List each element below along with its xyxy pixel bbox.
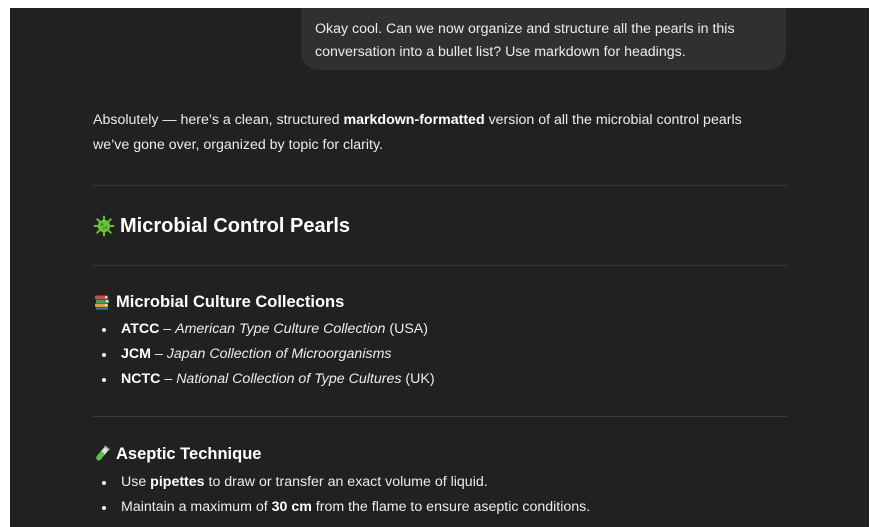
section-heading-aseptic-technique: Aseptic Technique xyxy=(93,442,787,466)
item-abbr: JCM xyxy=(121,346,151,362)
chat-window: Okay cool. Can we now organize and struc… xyxy=(10,8,869,527)
item-abbr: NCTC xyxy=(121,371,161,387)
list-item: Maintain a maximum of 30 cm from the fla… xyxy=(93,495,787,520)
item-separator: – xyxy=(159,321,176,337)
item-bold: 30 cm xyxy=(271,499,312,515)
user-message-line-2: conversation into a bullet list? Use mar… xyxy=(315,44,686,60)
screenshot-frame: Okay cool. Can we now organize and struc… xyxy=(0,0,870,527)
item-separator: – xyxy=(150,346,167,362)
main-heading-text: Microbial Control Pearls xyxy=(120,214,351,237)
assistant-message: Absolutely — here’s a clean, structured … xyxy=(93,108,787,520)
item-name: Japan Collection of Microorganisms xyxy=(166,346,392,362)
item-bold: pipettes xyxy=(150,474,205,490)
microbe-icon xyxy=(93,215,115,237)
item-text: Use xyxy=(121,474,151,490)
section-heading-text: Aseptic Technique xyxy=(116,444,262,463)
item-text: Maintain a maximum of xyxy=(121,499,272,515)
list-item: JCM – Japan Collection of Microorganisms xyxy=(93,342,787,367)
item-text: to draw or transfer an exact volume of l… xyxy=(204,474,488,490)
assistant-intro: Absolutely — here’s a clean, structured … xyxy=(93,108,787,158)
list-item: Use pipettes to draw or transfer an exac… xyxy=(93,470,787,495)
list-item: NCTC – National Collection of Type Cultu… xyxy=(93,367,787,392)
user-message-line-1: Okay cool. Can we now organize and struc… xyxy=(315,21,735,37)
list-item: ATCC – American Type Culture Collection … xyxy=(93,317,787,342)
item-name: National Collection of Type Cultures xyxy=(176,371,402,387)
item-name: American Type Culture Collection xyxy=(175,321,386,337)
item-suffix: (USA) xyxy=(385,321,428,337)
intro-text-2: version of all the microbial control pea… xyxy=(484,112,742,128)
test-tube-icon xyxy=(93,445,111,463)
user-message-bubble: Okay cool. Can we now organize and struc… xyxy=(301,8,786,70)
books-icon xyxy=(93,293,111,311)
item-separator: – xyxy=(160,371,177,387)
item-text: from the flame to ensure aseptic conditi… xyxy=(311,499,591,515)
section-heading-culture-collections: Microbial Culture Collections xyxy=(93,290,787,314)
culture-collections-list: ATCC – American Type Culture Collection … xyxy=(93,317,787,392)
item-abbr: ATCC xyxy=(121,321,160,337)
intro-text-3: we’ve gone over, organized by topic for … xyxy=(93,137,383,153)
intro-text-1: Absolutely — here’s a clean, structured xyxy=(93,112,344,128)
intro-bold: markdown-formatted xyxy=(343,112,485,128)
item-suffix: (UK) xyxy=(401,371,435,387)
section-heading-text: Microbial Culture Collections xyxy=(116,292,345,311)
main-heading: Microbial Control Pearls xyxy=(93,211,787,241)
aseptic-technique-list: Use pipettes to draw or transfer an exac… xyxy=(93,470,787,520)
